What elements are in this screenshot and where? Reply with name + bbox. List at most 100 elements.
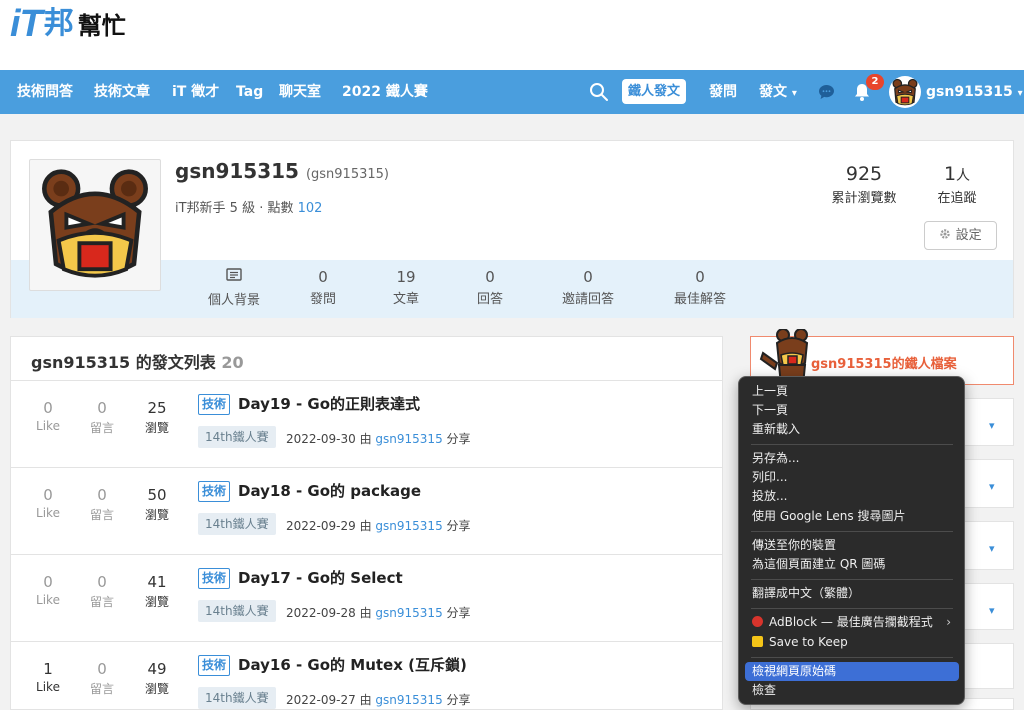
post-meta: 2022-09-29 由 gsn915315 分享 <box>286 517 471 534</box>
stat-best-answers-label: 最佳解答 <box>673 292 726 307</box>
logo-bang: 邦 <box>43 6 74 41</box>
ironman-tag[interactable]: 14th鐵人賽 <box>198 513 276 535</box>
post-comments: 0 留言 <box>77 399 127 436</box>
profile-points[interactable]: 102 <box>298 201 323 216</box>
menu-item-save-to-keep[interactable]: Save to Keep <box>745 633 959 652</box>
post-row: 0 Like 0 留言 41 瀏覽 技術 Day17 - Go的 Select 14t… <box>11 554 722 641</box>
post-title-link[interactable]: Day19 - Go的正則表達式 <box>238 393 420 414</box>
profile-level-text: iT邦新手 5 級 · 點數 <box>175 201 294 216</box>
post-likes-label: Like <box>36 506 60 520</box>
tech-category-tag[interactable]: 技術 <box>198 568 231 589</box>
nav-post-dropdown[interactable]: 發文 ▾ <box>759 70 797 114</box>
followers-stat[interactable]: 1人 在追蹤 <box>927 163 987 206</box>
ironman-tag[interactable]: 14th鐵人賽 <box>198 600 276 622</box>
chat-bubble-icon[interactable] <box>818 84 835 100</box>
menu-item-translate[interactable]: 翻譯成中文（繁體） <box>745 584 959 603</box>
post-title-link[interactable]: Day17 - Go的 Select <box>238 567 403 588</box>
id-card-icon <box>226 268 242 281</box>
nav-post-label: 發文 <box>759 84 787 100</box>
stat-best-answers[interactable]: 0 最佳解答 <box>660 268 740 307</box>
post-likes-count: 1 <box>43 660 53 678</box>
site-logo[interactable]: iT 邦 幫忙 <box>10 4 126 44</box>
notification-badge: 2 <box>866 74 884 90</box>
chevron-down-icon: ▾ <box>989 604 995 617</box>
menu-item-adblock-label: AdBlock — 最佳廣告攔截程式 <box>769 615 933 629</box>
post-by: 由 <box>359 519 372 533</box>
menu-divider <box>751 444 953 445</box>
post-date: 2022-09-27 <box>286 693 356 707</box>
stat-background-label: 個人背景 <box>207 293 260 308</box>
menu-divider <box>751 657 953 658</box>
post-comments-count: 0 <box>97 399 107 417</box>
post-views-count: 50 <box>147 486 167 504</box>
post-likes: 0 Like <box>23 399 73 433</box>
post-author-link[interactable]: gsn915315 <box>375 519 442 533</box>
post-author-link[interactable]: gsn915315 <box>375 432 442 446</box>
menu-item-reload[interactable]: 重新載入 <box>745 420 959 439</box>
profile-avatar <box>29 159 161 291</box>
stat-background[interactable]: 個人背景 <box>194 268 274 308</box>
nav-chatroom[interactable]: 聊天室 <box>279 70 321 114</box>
post-date: 2022-09-28 <box>286 606 356 620</box>
nav-ironman-2022[interactable]: 2022 鐵人賽 <box>342 70 428 114</box>
post-date: 2022-09-29 <box>286 519 356 533</box>
stat-articles[interactable]: 19 文章 <box>366 268 446 307</box>
menu-item-forward[interactable]: 下一頁 <box>745 401 959 420</box>
menu-item-print[interactable]: 列印... <box>745 468 959 487</box>
menu-item-google-lens[interactable]: 使用 Google Lens 搜尋圖片 <box>745 507 959 526</box>
search-icon[interactable] <box>589 82 609 102</box>
stat-answers[interactable]: 0 回答 <box>450 268 530 307</box>
ironman-tag[interactable]: 14th鐵人賽 <box>198 687 276 709</box>
post-likes-count: 0 <box>43 486 53 504</box>
tech-category-tag[interactable]: 技術 <box>198 481 231 502</box>
tech-category-tag[interactable]: 技術 <box>198 394 231 415</box>
keep-icon <box>752 636 763 647</box>
menu-item-qr-code[interactable]: 為這個頁面建立 QR 圖碼 <box>745 555 959 574</box>
post-by: 由 <box>359 693 372 707</box>
post-title-link[interactable]: Day16 - Go的 Mutex (互斥鎖) <box>238 654 467 675</box>
chevron-down-icon: ▾ <box>989 419 995 432</box>
post-views-label: 瀏覽 <box>144 595 169 609</box>
profile-name: gsn915315 <box>175 159 299 183</box>
menu-item-view-source[interactable]: 檢視網頁原始碼 <box>745 662 959 681</box>
stat-invitations[interactable]: 0 邀請回答 <box>548 268 628 307</box>
followers-label: 在追蹤 <box>937 191 977 206</box>
nav-articles[interactable]: 技術文章 <box>94 70 150 114</box>
site-header: iT 邦 幫忙 <box>0 0 1024 70</box>
menu-item-inspect[interactable]: 檢查 <box>745 681 959 700</box>
post-by: 由 <box>359 432 372 446</box>
ironman-file-label: gsn915315的鐵人檔案 <box>811 357 957 372</box>
logo-it: iT <box>10 3 43 45</box>
post-date: 2022-09-30 <box>286 432 356 446</box>
followers-count: 1 <box>943 163 957 185</box>
menu-item-save-as[interactable]: 另存為... <box>745 449 959 468</box>
post-author-link[interactable]: gsn915315 <box>375 693 442 707</box>
nav-qa[interactable]: 技術問答 <box>17 70 73 114</box>
stat-questions[interactable]: 0 發問 <box>283 268 363 307</box>
tech-category-tag[interactable]: 技術 <box>198 655 231 676</box>
profile-level: iT邦新手 5 級 · 點數 102 <box>175 197 322 216</box>
menu-item-cast[interactable]: 投放... <box>745 487 959 506</box>
post-by: 由 <box>359 606 372 620</box>
nav-jobs[interactable]: iT 徵才 <box>172 70 219 114</box>
post-comments-count: 0 <box>97 486 107 504</box>
post-author-link[interactable]: gsn915315 <box>375 606 442 620</box>
profile-stats-bar: 個人背景 0 發問 19 文章 0 回答 0 邀請回答 0 最佳解答 <box>11 260 1013 318</box>
menu-item-back[interactable]: 上一頁 <box>745 382 959 401</box>
user-avatar[interactable] <box>889 76 921 108</box>
settings-button[interactable]: 設定 <box>924 221 997 250</box>
user-menu[interactable]: gsn915315 ▾ <box>926 70 1023 116</box>
menu-item-send-to-devices[interactable]: 傳送至你的裝置 <box>745 536 959 555</box>
nav-tag[interactable]: Tag <box>236 70 263 114</box>
menu-item-adblock[interactable]: AdBlock — 最佳廣告攔截程式 › <box>745 613 959 632</box>
profile-username: gsn915315 (gsn915315) <box>175 159 389 183</box>
chevron-down-icon: ▾ <box>1017 88 1023 99</box>
nav-ask[interactable]: 發問 <box>709 70 737 114</box>
post-title-link[interactable]: Day18 - Go的 package <box>238 480 421 501</box>
posts-count: 20 <box>221 353 244 372</box>
context-menu: 上一頁 下一頁 重新載入 另存為... 列印... 投放... 使用 Googl… <box>738 376 965 705</box>
post-row: 0 Like 0 留言 50 瀏覽 技術 Day18 - Go的 package 14… <box>11 467 722 554</box>
ironman-post-button[interactable]: 鐵人發文 <box>622 79 687 104</box>
post-views: 25 瀏覽 <box>132 399 182 436</box>
ironman-tag[interactable]: 14th鐵人賽 <box>198 426 276 448</box>
